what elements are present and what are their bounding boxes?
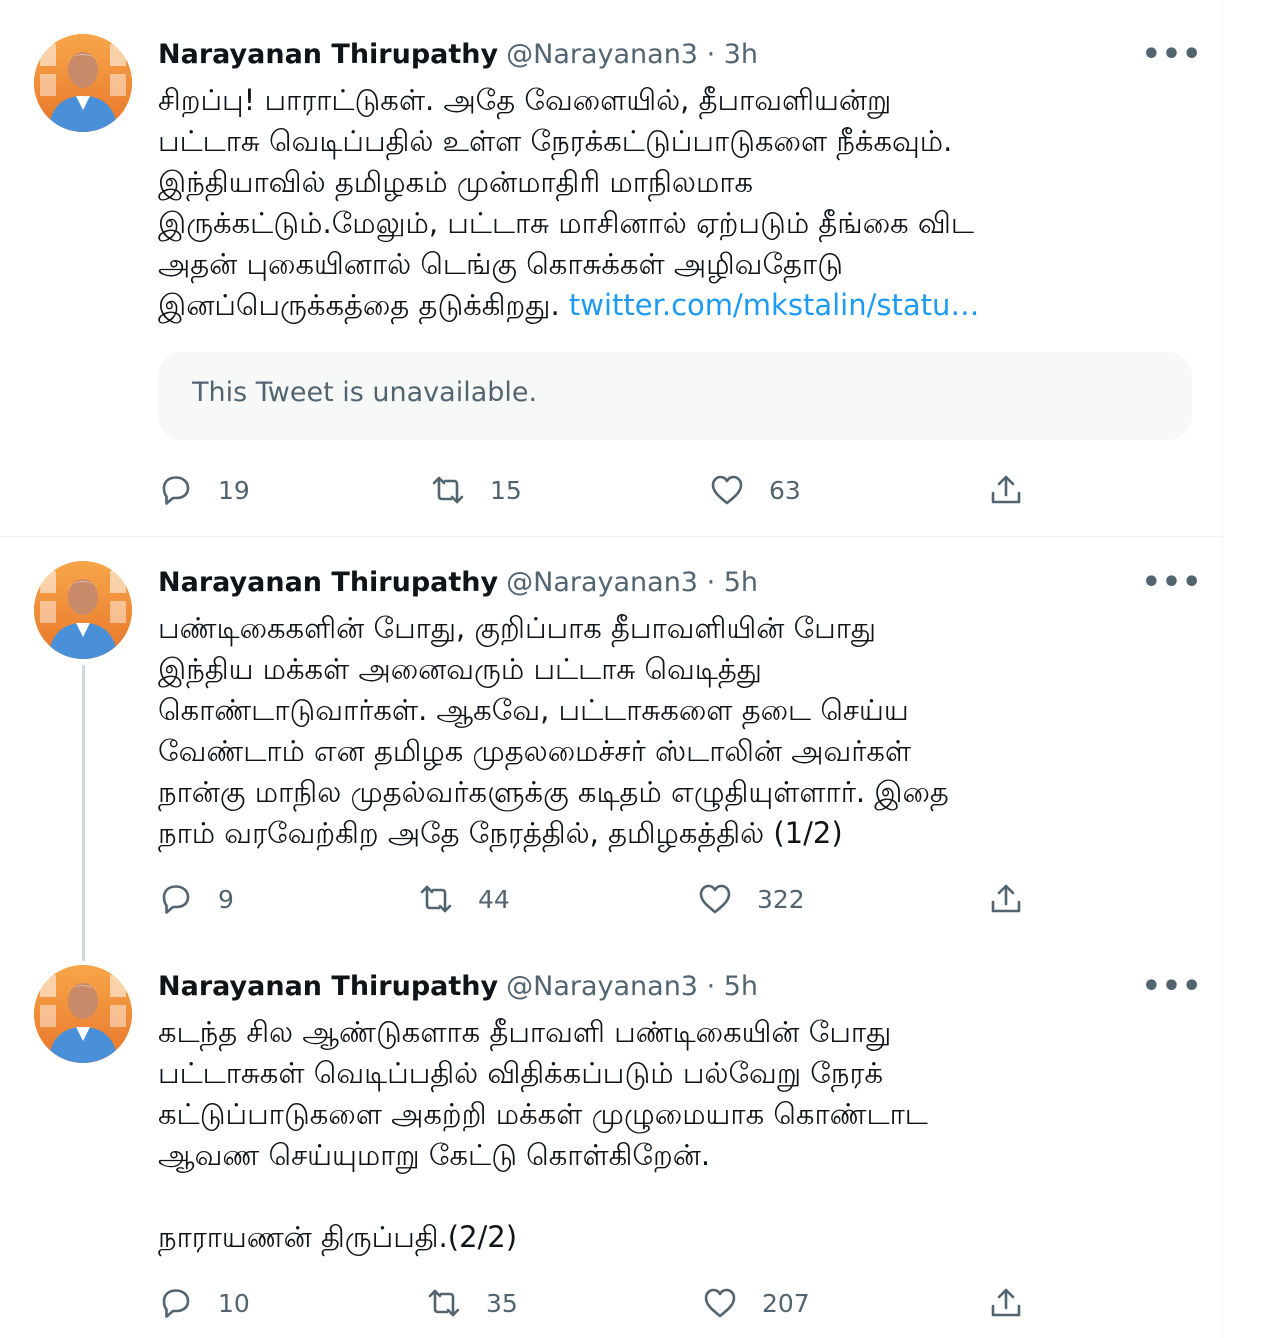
quoted-tweet-unavailable-text: This Tweet is unavailable. (192, 377, 538, 408)
reply-button[interactable]: 19 (158, 472, 250, 508)
tweet-text-line: பட்டாசுகள் வெடிப்பதில் விதிக்கப்படும் பல… (158, 1056, 883, 1090)
tweet-text-line: கட்டுப்பாடுகளை அகற்றி மக்கள் முழுமையாக க… (158, 1097, 928, 1131)
tweet-header: Narayanan Thirupathy @Narayanan3 · 5h (158, 968, 758, 1004)
tweet-text-line: கடந்த சில ஆண்டுகளாக தீபாவளி பண்டிகையின் … (158, 1015, 892, 1049)
tweet-text-line: அதன் புகையினால் டெங்கு கொசுக்கள் அழிவதோட… (158, 247, 843, 281)
tweet-3[interactable]: Narayanan Thirupathy @Narayanan3 · 5h ••… (0, 941, 1222, 1338)
quoted-tweet-card[interactable]: This Tweet is unavailable. (158, 352, 1192, 440)
reply-count: 9 (218, 884, 234, 914)
like-count: 322 (757, 884, 805, 914)
thread-connector (82, 665, 85, 961)
share-icon (991, 1288, 1021, 1317)
tweet-text-line: நான்கு மாநில முதல்வர்களுக்கு கடிதம் எழுத… (158, 775, 949, 809)
tweet-text-line (158, 1176, 1188, 1217)
reply-button[interactable]: 10 (158, 1285, 250, 1321)
like-count: 207 (762, 1288, 810, 1318)
reply-icon (162, 885, 190, 914)
reply-icon (162, 1289, 190, 1318)
retweet-count: 44 (478, 884, 510, 914)
tweet-text-line: இனப்பெருக்கத்தை தடுக்கிறது. twitter.com/… (158, 285, 1188, 326)
more-icon[interactable]: ••• (1142, 968, 1202, 1004)
reply-button[interactable]: 9 (158, 881, 234, 917)
retweet-button[interactable]: 15 (430, 472, 522, 508)
retweet-button[interactable]: 44 (418, 881, 510, 917)
share-icon (991, 884, 1021, 913)
avatar[interactable] (34, 965, 132, 1063)
tweet-text-line: சிறப்பு! பாராட்டுகள். அதே வேளையில், தீபா… (158, 83, 892, 117)
author-handle[interactable]: @Narayanan3 · 3h (506, 39, 758, 70)
like-count: 63 (769, 475, 801, 505)
more-icon[interactable]: ••• (1142, 564, 1202, 600)
author-name[interactable]: Narayanan Thirupathy (158, 971, 498, 1002)
author-handle[interactable]: @Narayanan3 · 5h (506, 567, 758, 598)
like-button[interactable]: 207 (702, 1285, 810, 1321)
like-icon (711, 475, 743, 505)
tweet-link[interactable]: twitter.com/mkstalin/statu… (569, 288, 979, 322)
more-icon[interactable]: ••• (1142, 36, 1202, 72)
tweet-text-line: வேண்டாம் என தமிழக முதலமைச்சர் ஸ்டாலின் அ… (158, 734, 912, 768)
reply-icon (162, 476, 190, 505)
retweet-icon (432, 476, 464, 504)
like-button[interactable]: 322 (697, 881, 805, 917)
share-button[interactable] (988, 1285, 1024, 1321)
reply-count: 10 (218, 1288, 250, 1318)
tweet-text: சிறப்பு! பாராட்டுகள். அதே வேளையில், தீபா… (158, 80, 1188, 326)
retweet-button[interactable]: 35 (426, 1285, 518, 1321)
tweet-text-line: ஆவண செய்யுமாறு கேட்டு கொள்கிறேன். (158, 1138, 711, 1172)
tweet-timeline: Narayanan Thirupathy @Narayanan3 · 3h ••… (0, 0, 1223, 1338)
tweet-text: கடந்த சில ஆண்டுகளாக தீபாவளி பண்டிகையின் … (158, 1012, 1188, 1258)
avatar[interactable] (34, 561, 132, 659)
tweet-text-line: இந்தியாவில் தமிழகம் முன்மாதிரி மாநிலமாக (158, 165, 754, 199)
share-button[interactable] (988, 881, 1024, 917)
retweet-icon (420, 885, 452, 913)
like-icon (699, 884, 731, 914)
avatar[interactable] (34, 34, 132, 132)
retweet-count: 15 (490, 475, 522, 505)
tweet-1[interactable]: Narayanan Thirupathy @Narayanan3 · 3h ••… (0, 0, 1222, 536)
tweet-header: Narayanan Thirupathy @Narayanan3 · 3h (158, 36, 758, 72)
author-name[interactable]: Narayanan Thirupathy (158, 39, 498, 70)
tweet-text-line: பண்டிகைகளின் போது, குறிப்பாக தீபாவளியின்… (158, 611, 877, 645)
share-icon (991, 475, 1021, 504)
tweet-header: Narayanan Thirupathy @Narayanan3 · 5h (158, 564, 758, 600)
retweet-count: 35 (486, 1288, 518, 1318)
author-name[interactable]: Narayanan Thirupathy (158, 567, 498, 598)
tweet-text-segment: இனப்பெருக்கத்தை தடுக்கிறது. (158, 288, 560, 322)
share-button[interactable] (988, 472, 1024, 508)
tweet-text-line: பட்டாசு வெடிப்பதில் உள்ள நேரக்கட்டுப்பாட… (158, 124, 953, 158)
reply-count: 19 (218, 475, 250, 505)
tweet-text-line: இந்திய மக்கள் அனைவரும் பட்டாசு வெடித்து (158, 652, 762, 686)
tweet-text-line: இருக்கட்டும்.மேலும், பட்டாசு மாசினால் ஏற… (158, 206, 974, 240)
author-handle[interactable]: @Narayanan3 · 5h (506, 971, 758, 1002)
tweet-text: பண்டிகைகளின் போது, குறிப்பாக தீபாவளியின்… (158, 608, 1188, 854)
retweet-icon (428, 1289, 460, 1317)
like-icon (704, 1288, 736, 1318)
tweet-text-line: கொண்டாடுவார்கள். ஆகவே, பட்டாசுகளை தடை செ… (158, 693, 909, 727)
tweet-text-line: நாம் வரவேற்கிற அதே நேரத்தில், தமிழகத்தில… (158, 816, 843, 850)
tweet-text-line: நாராயணன் திருப்பதி.(2/2) (158, 1220, 518, 1254)
like-button[interactable]: 63 (709, 472, 801, 508)
tweet-2[interactable]: Narayanan Thirupathy @Narayanan3 · 5h ••… (0, 537, 1222, 961)
